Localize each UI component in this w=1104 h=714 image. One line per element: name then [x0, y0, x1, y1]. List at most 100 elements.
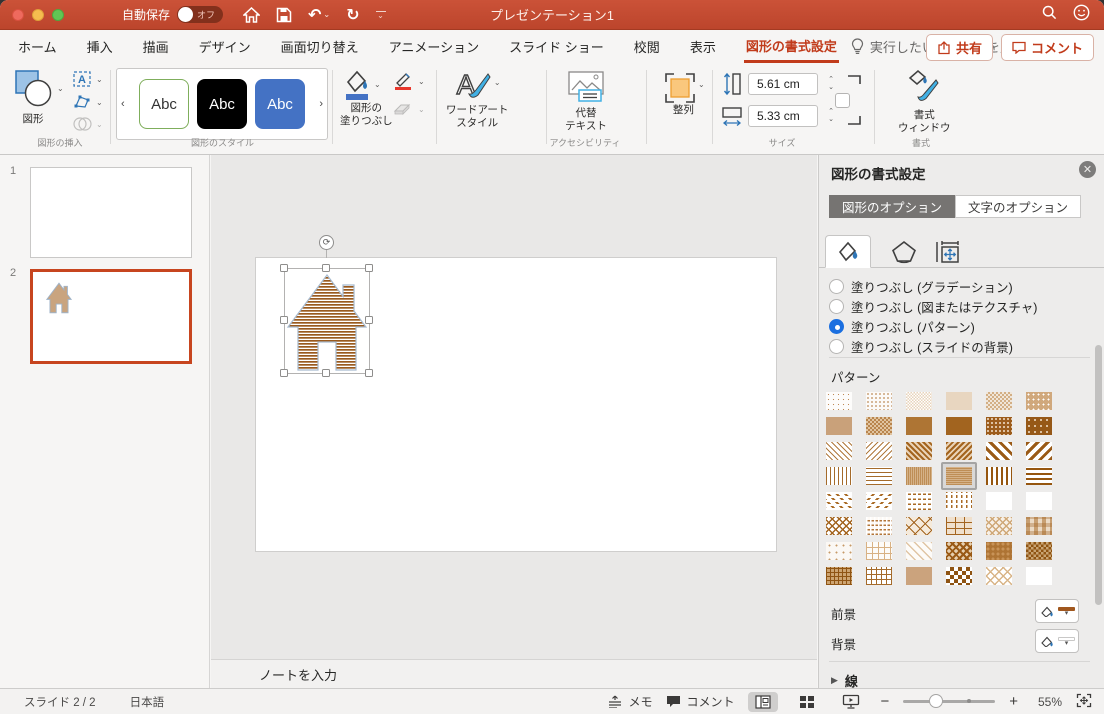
wordart-styles-button[interactable]: A ⌄ ワードアート スタイル: [446, 68, 508, 130]
zoom-level[interactable]: 55%: [1032, 695, 1062, 709]
resize-handle-se[interactable]: [365, 369, 373, 377]
resize-handle-w[interactable]: [280, 316, 288, 324]
pattern-swatch-3[interactable]: [906, 392, 932, 410]
pattern-swatch-17[interactable]: [986, 442, 1012, 460]
pattern-swatch-25[interactable]: [826, 492, 852, 510]
rotate-handle[interactable]: ⟳: [319, 235, 334, 250]
radio-icon[interactable]: [829, 299, 844, 314]
height-stepper[interactable]: ⌃⌄: [824, 76, 838, 91]
pane-tab-text-options[interactable]: 文字のオプション: [955, 195, 1081, 218]
pattern-swatch-40[interactable]: [946, 542, 972, 560]
pattern-swatch-7[interactable]: [826, 417, 852, 435]
pattern-swatch-47[interactable]: [986, 567, 1012, 585]
zoom-in-button[interactable]: +: [1009, 693, 1018, 710]
normal-view-button[interactable]: [748, 692, 778, 712]
slide-surface[interactable]: ⟳: [255, 257, 777, 552]
radio-selected-icon[interactable]: [829, 319, 844, 334]
pattern-swatch-39[interactable]: [906, 542, 932, 560]
shapes-button[interactable]: 図形 ⌄: [12, 68, 64, 126]
lock-aspect-ratio-checkbox[interactable]: [835, 93, 850, 108]
pattern-swatch-28[interactable]: [946, 492, 972, 510]
save-icon[interactable]: [276, 7, 292, 23]
resize-handle-s[interactable]: [322, 369, 330, 377]
zoom-slider-knob[interactable]: [929, 694, 943, 708]
slide-thumbnail-1[interactable]: [30, 167, 192, 258]
fill-option-4[interactable]: 塗りつぶし (スライドの背景): [829, 337, 1013, 356]
pattern-swatch-13[interactable]: [826, 442, 852, 460]
pattern-swatch-48[interactable]: [1026, 567, 1052, 585]
pattern-swatch-19[interactable]: [826, 467, 852, 485]
tab-size-properties[interactable]: [925, 235, 971, 268]
comments-button[interactable]: コメント: [1001, 34, 1094, 61]
shape-fill-button[interactable]: ⌄ 図形の 塗りつぶし: [340, 68, 393, 128]
pattern-swatch-14[interactable]: [866, 442, 892, 460]
width-field[interactable]: 5.33 cm: [748, 105, 818, 127]
ribbon-tab-3[interactable]: 描画: [141, 32, 171, 61]
pattern-swatch-41[interactable]: [986, 542, 1012, 560]
slideshow-button[interactable]: [836, 692, 866, 712]
customize-toolbar-icon[interactable]: ⌄: [376, 11, 386, 18]
pattern-swatch-38[interactable]: [866, 542, 892, 560]
pattern-swatch-12[interactable]: [1026, 417, 1052, 435]
pattern-swatch-31[interactable]: [826, 517, 852, 535]
minimize-window-button[interactable]: [32, 9, 44, 21]
pattern-swatch-44[interactable]: [866, 567, 892, 585]
slide-canvas[interactable]: ⟳ ノートを入力: [211, 155, 817, 688]
fill-option-1[interactable]: 塗りつぶし (グラデーション): [829, 277, 1013, 296]
pattern-swatch-8[interactable]: [866, 417, 892, 435]
slide-thumbnail-2[interactable]: [30, 269, 192, 364]
ribbon-tab-5[interactable]: 画面切り替え: [279, 32, 361, 61]
redo-button[interactable]: ↻: [346, 5, 359, 25]
radio-icon[interactable]: [829, 339, 844, 354]
height-field[interactable]: 5.61 cm: [748, 73, 818, 95]
background-color-button[interactable]: ▾: [1035, 629, 1079, 653]
tab-fill-and-line[interactable]: [825, 235, 871, 268]
gallery-next-button[interactable]: ›: [319, 98, 323, 110]
pattern-swatch-46[interactable]: [946, 567, 972, 585]
language-indicator[interactable]: 日本語: [130, 694, 165, 710]
arrange-button[interactable]: ⌄ 整列: [662, 70, 705, 117]
close-pane-icon[interactable]: ✕: [1079, 161, 1096, 178]
pattern-swatch-selected[interactable]: [941, 462, 977, 490]
pattern-swatch-4[interactable]: [946, 392, 972, 410]
autosave-toggle[interactable]: 自動保存 オフ: [122, 6, 223, 23]
pattern-swatch-43[interactable]: [826, 567, 852, 585]
pattern-swatch-27[interactable]: [906, 492, 932, 510]
pattern-swatch-23[interactable]: [986, 467, 1012, 485]
pattern-swatch-36[interactable]: [1026, 517, 1052, 535]
pattern-swatch-30[interactable]: [1026, 492, 1052, 510]
undo-button[interactable]: ↶⌄: [308, 5, 330, 25]
ribbon-tab-8[interactable]: 校閲: [632, 32, 662, 61]
merge-shapes-button[interactable]: ⌄: [72, 116, 103, 132]
share-button[interactable]: 共有: [926, 34, 993, 61]
ribbon-tab-9[interactable]: 表示: [688, 32, 718, 61]
notes-pane[interactable]: ノートを入力: [211, 659, 817, 688]
ribbon-tab-6[interactable]: アニメーション: [387, 32, 481, 61]
pattern-swatch-34[interactable]: [946, 517, 972, 535]
account-smiley-icon[interactable]: [1073, 4, 1090, 26]
pattern-swatch-2[interactable]: [866, 392, 892, 410]
pattern-swatch-15[interactable]: [906, 442, 932, 460]
pattern-swatch-24[interactable]: [1026, 467, 1052, 485]
ribbon-tab-2[interactable]: 挿入: [85, 32, 115, 61]
shape-style-preset-1[interactable]: Abc: [139, 79, 189, 129]
resize-handle-e[interactable]: [365, 316, 373, 324]
shape-style-preset-2[interactable]: Abc: [197, 79, 247, 129]
text-box-button[interactable]: A ⌄: [72, 70, 103, 88]
resize-handle-n[interactable]: [322, 264, 330, 272]
fill-option-3[interactable]: 塗りつぶし (パターン): [829, 317, 975, 336]
pattern-swatch-32[interactable]: [866, 517, 892, 535]
pattern-swatch-26[interactable]: [866, 492, 892, 510]
shape-outline-button[interactable]: ⌄: [392, 72, 425, 90]
search-icon[interactable]: [1042, 5, 1057, 25]
notes-toggle-button[interactable]: メモ: [607, 693, 652, 710]
gallery-prev-button[interactable]: ‹: [121, 98, 125, 110]
shape-style-preset-3[interactable]: Abc: [255, 79, 305, 129]
resize-handle-sw[interactable]: [280, 369, 288, 377]
tab-effects[interactable]: [881, 235, 927, 268]
alt-text-button[interactable]: 代替 テキスト: [556, 70, 616, 133]
fit-slide-to-window-button[interactable]: [1076, 693, 1092, 711]
pattern-swatch-16[interactable]: [946, 442, 972, 460]
resize-handle-ne[interactable]: [365, 264, 373, 272]
pattern-swatch-42[interactable]: [1026, 542, 1052, 560]
